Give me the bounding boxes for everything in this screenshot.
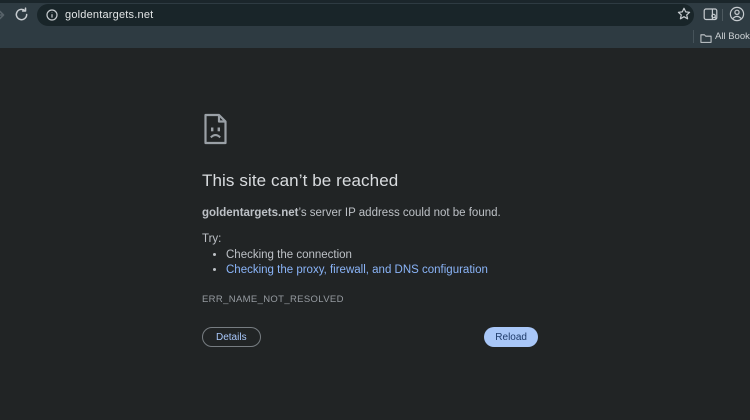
error-message: goldentargets.net’s server IP address co… bbox=[202, 206, 538, 222]
folder-icon[interactable] bbox=[700, 31, 712, 49]
error-content: This site can’t be reached goldentargets… bbox=[202, 113, 538, 347]
side-panel-icon[interactable] bbox=[703, 7, 718, 22]
suggestion-list: Checking the connection Checking the pro… bbox=[202, 249, 538, 279]
button-row: Details Reload bbox=[202, 327, 538, 347]
url-text[interactable]: goldentargets.net bbox=[65, 9, 153, 21]
try-label: Try: bbox=[202, 233, 538, 245]
toolbar-divider bbox=[722, 9, 723, 21]
site-info-icon[interactable] bbox=[46, 9, 58, 21]
address-bar[interactable]: goldentargets.net bbox=[37, 4, 694, 26]
forward-icon[interactable] bbox=[0, 8, 8, 22]
tab-strip-edge bbox=[0, 0, 750, 3]
network-settings-link[interactable]: Checking the proxy, firewall, and DNS co… bbox=[226, 264, 488, 276]
profile-icon[interactable] bbox=[729, 6, 745, 22]
reload-icon[interactable] bbox=[14, 7, 29, 22]
error-domain: goldentargets.net bbox=[202, 207, 298, 219]
error-title: This site can’t be reached bbox=[202, 171, 538, 191]
details-button[interactable]: Details bbox=[202, 327, 261, 347]
error-page: This site can’t be reached goldentargets… bbox=[0, 48, 750, 420]
list-item: Checking the connection bbox=[226, 249, 538, 263]
reload-button[interactable]: Reload bbox=[484, 327, 538, 347]
sad-file-icon bbox=[202, 132, 229, 149]
list-item: Checking the proxy, firewall, and DNS co… bbox=[226, 264, 538, 278]
browser-toolbar: goldentargets.net All Bookmarks bbox=[0, 0, 750, 48]
bookmarks-bar-divider bbox=[693, 30, 694, 43]
all-bookmarks-button[interactable]: All Bookmarks bbox=[715, 31, 750, 42]
suggestion-text: Checking the connection bbox=[226, 249, 352, 261]
error-message-rest: ’s server IP address could not be found. bbox=[298, 207, 500, 219]
bookmark-star-icon[interactable] bbox=[677, 7, 691, 21]
error-code: ERR_NAME_NOT_RESOLVED bbox=[202, 294, 538, 305]
